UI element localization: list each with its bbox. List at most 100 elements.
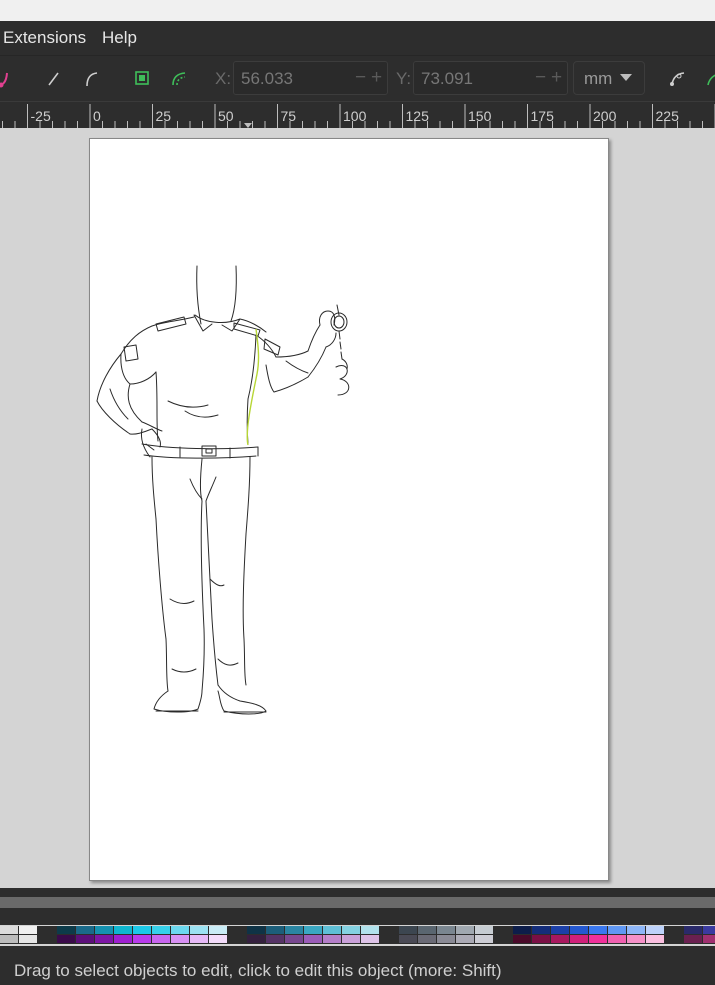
x-increment[interactable]: + [371, 67, 382, 89]
color-swatch[interactable] [494, 926, 512, 934]
color-swatch[interactable] [114, 926, 132, 934]
color-swatch[interactable] [437, 935, 455, 943]
color-swatch[interactable] [532, 926, 550, 934]
color-swatch[interactable] [627, 926, 645, 934]
color-swatch[interactable] [456, 926, 474, 934]
color-swatch[interactable] [209, 935, 227, 943]
color-swatch[interactable] [646, 926, 664, 934]
menu-help[interactable]: Help [102, 28, 137, 48]
x-label: X: [215, 69, 232, 88]
color-swatch[interactable] [513, 935, 531, 943]
color-swatch[interactable] [266, 935, 284, 943]
color-swatch[interactable] [323, 926, 341, 934]
color-swatch[interactable] [551, 935, 569, 943]
color-swatch[interactable] [703, 926, 715, 934]
color-swatch[interactable] [133, 926, 151, 934]
ruler-label: 150 [468, 108, 492, 124]
color-swatch[interactable] [418, 926, 436, 934]
horizontal-ruler[interactable]: -25 0 25 50 75 100 125 150 175 200 225 [0, 101, 715, 129]
color-swatch[interactable] [361, 935, 379, 943]
color-swatch[interactable] [228, 926, 246, 934]
color-swatch[interactable] [38, 926, 56, 934]
color-swatch[interactable] [38, 935, 56, 943]
color-swatch[interactable] [342, 935, 360, 943]
color-swatch[interactable] [247, 926, 265, 934]
color-swatch[interactable] [532, 935, 550, 943]
color-swatch[interactable] [380, 926, 398, 934]
canvas-area[interactable] [0, 128, 715, 888]
color-swatch[interactable] [608, 926, 626, 934]
color-swatch[interactable] [456, 935, 474, 943]
color-swatch[interactable] [475, 935, 493, 943]
bezier-icon[interactable] [0, 65, 18, 91]
color-swatch[interactable] [304, 926, 322, 934]
color-swatch[interactable] [589, 926, 607, 934]
color-swatch[interactable] [95, 935, 113, 943]
line-segment-icon[interactable] [41, 65, 67, 91]
color-swatch[interactable] [76, 926, 94, 934]
color-swatch[interactable] [418, 935, 436, 943]
color-swatch[interactable] [57, 935, 75, 943]
color-swatch[interactable] [0, 935, 18, 943]
color-swatch[interactable] [703, 935, 715, 943]
color-swatch[interactable] [19, 926, 37, 934]
color-swatch[interactable] [228, 935, 246, 943]
police-officer-line-art[interactable] [90, 139, 608, 880]
color-swatch[interactable] [551, 926, 569, 934]
color-swatch[interactable] [437, 926, 455, 934]
color-swatch[interactable] [76, 935, 94, 943]
color-swatch[interactable] [399, 935, 417, 943]
color-swatch[interactable] [494, 935, 512, 943]
color-swatch[interactable] [475, 926, 493, 934]
color-swatch[interactable] [589, 935, 607, 943]
color-swatch[interactable] [380, 935, 398, 943]
color-swatch[interactable] [133, 935, 151, 943]
color-swatch[interactable] [266, 926, 284, 934]
color-swatch[interactable] [0, 926, 18, 934]
color-swatch[interactable] [114, 935, 132, 943]
color-swatch[interactable] [247, 935, 265, 943]
color-swatch[interactable] [171, 935, 189, 943]
menu-extensions[interactable]: Extensions [3, 28, 86, 48]
color-swatch[interactable] [285, 935, 303, 943]
color-swatch[interactable] [190, 935, 208, 943]
color-swatch[interactable] [152, 926, 170, 934]
color-swatch[interactable] [95, 926, 113, 934]
horizontal-scrollbar[interactable] [0, 897, 715, 908]
color-swatch[interactable] [684, 926, 702, 934]
y-increment[interactable]: + [551, 67, 562, 89]
color-swatch[interactable] [513, 926, 531, 934]
color-swatch[interactable] [665, 926, 683, 934]
color-swatch[interactable] [171, 926, 189, 934]
x-decrement[interactable]: − [355, 67, 366, 89]
color-swatch[interactable] [190, 926, 208, 934]
color-swatch[interactable] [152, 935, 170, 943]
color-swatch[interactable] [399, 926, 417, 934]
color-swatch[interactable] [570, 926, 588, 934]
color-palette[interactable] [0, 926, 715, 944]
color-swatch[interactable] [665, 935, 683, 943]
color-swatch[interactable] [570, 935, 588, 943]
color-swatch[interactable] [19, 935, 37, 943]
color-swatch[interactable] [57, 926, 75, 934]
color-swatch[interactable] [684, 935, 702, 943]
color-swatch[interactable] [627, 935, 645, 943]
unit-dropdown[interactable]: mm [573, 61, 645, 95]
offset-path-icon[interactable] [167, 65, 193, 91]
color-swatch[interactable] [646, 935, 664, 943]
color-swatch[interactable] [323, 935, 341, 943]
curve-tool-icon[interactable] [702, 65, 715, 91]
color-swatch[interactable] [285, 926, 303, 934]
color-swatch[interactable] [608, 935, 626, 943]
color-swatch[interactable] [361, 926, 379, 934]
x-spinbox[interactable]: 56.033 − + [233, 61, 388, 95]
arc-segment-icon[interactable] [79, 65, 105, 91]
color-swatch[interactable] [342, 926, 360, 934]
node-tool-icon[interactable] [665, 65, 691, 91]
color-swatch[interactable] [304, 935, 322, 943]
color-swatch[interactable] [209, 926, 227, 934]
y-spinbox[interactable]: 73.091 − + [413, 61, 568, 95]
y-decrement[interactable]: − [535, 67, 546, 89]
document-page[interactable] [89, 138, 609, 881]
snap-bbox-icon[interactable] [129, 65, 155, 91]
